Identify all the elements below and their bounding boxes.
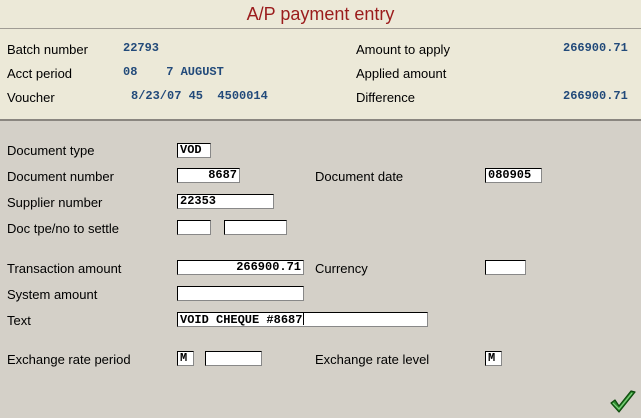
document-number-label: Document number <box>7 169 114 184</box>
document-date-label: Document date <box>315 169 404 184</box>
exchange-rate-period-label: Exchange rate period <box>7 352 131 367</box>
document-type-label: Document type <box>7 143 95 158</box>
acct-period-label: Acct period <box>7 66 73 81</box>
document-number-field[interactable]: 8687 <box>177 168 240 183</box>
transaction-amount-label: Transaction amount <box>7 261 122 276</box>
batch-number-value: 22793 <box>123 41 160 55</box>
amount-to-apply-value: 266900.71 <box>563 41 628 55</box>
amount-to-apply-label: Amount to apply <box>356 42 450 57</box>
batch-number-label: Batch number <box>7 42 88 57</box>
text-field-value: VOID CHEQUE #8687 <box>180 313 303 327</box>
transaction-amount-field[interactable]: 266900.71 <box>177 260 304 275</box>
doc-tpe-no-label: Doc tpe/no to settle <box>7 221 120 236</box>
text-label: Text <box>7 313 31 328</box>
acct-period-value: 08 7 AUGUST <box>123 65 224 79</box>
supplier-number-field[interactable]: 22353 <box>177 194 274 209</box>
exchange-rate-level-field[interactable]: M <box>485 351 502 366</box>
document-type-field[interactable]: VOD <box>177 143 211 158</box>
window-title: A/P payment entry <box>246 4 395 24</box>
exchange-rate-period-code-field[interactable]: M <box>177 351 194 366</box>
voucher-label: Voucher <box>7 90 55 105</box>
exchange-rate-level-label: Exchange rate level <box>315 352 430 367</box>
system-amount-label: System amount <box>7 287 98 302</box>
currency-label: Currency <box>315 261 368 276</box>
difference-value: 266900.71 <box>563 89 628 103</box>
applied-amount-label: Applied amount <box>356 66 447 81</box>
document-date-field[interactable]: 080905 <box>485 168 542 183</box>
supplier-number-label: Supplier number <box>7 195 103 210</box>
doc-tpe-field[interactable] <box>177 220 211 235</box>
exchange-rate-period-field[interactable] <box>205 351 262 366</box>
doc-no-field[interactable] <box>224 220 287 235</box>
difference-label: Difference <box>356 90 416 105</box>
text-field[interactable]: VOID CHEQUE #8687 <box>177 312 428 327</box>
header-info-panel: Batch number 22793 Acct period 08 7 AUGU… <box>0 29 641 121</box>
system-amount-field[interactable] <box>177 286 304 301</box>
currency-field[interactable] <box>485 260 526 275</box>
voucher-value: 8/23/07 45 4500014 <box>131 89 268 103</box>
checkmark-icon[interactable] <box>609 389 637 415</box>
title-bar: A/P payment entry <box>0 0 641 29</box>
text-cursor <box>303 313 305 325</box>
